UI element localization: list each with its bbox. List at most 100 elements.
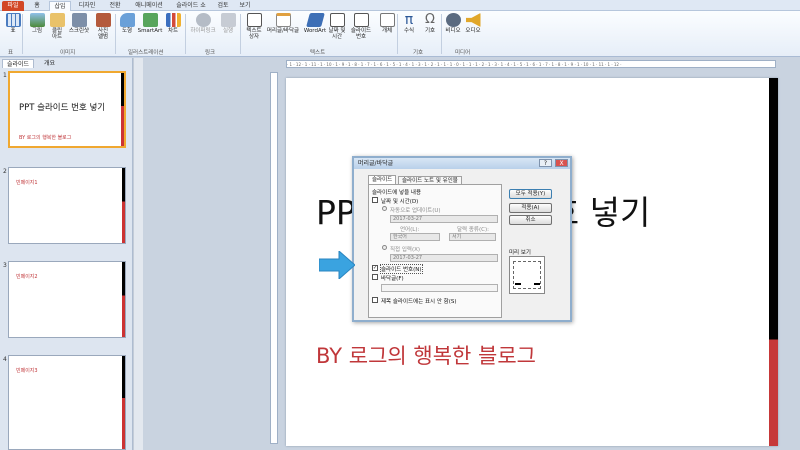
tab-slide[interactable]: 슬라이드 <box>368 175 397 184</box>
chart-icon <box>165 13 181 27</box>
pointer-arrow-icon <box>319 251 355 279</box>
footer-checkbox[interactable] <box>372 274 378 280</box>
auto-update-radio[interactable] <box>382 206 387 211</box>
tab-transitions[interactable]: 전환 <box>104 1 126 11</box>
group-label-media: 미디어 <box>455 50 471 56</box>
horizontal-ruler: · 1 · 12 · 1 · 11 · 1 · 10 · 1 · 9 · 1 ·… <box>286 60 776 68</box>
wordart-icon <box>305 13 325 27</box>
slide-thumbnail-3[interactable]: 빈페이지2 <box>8 261 126 338</box>
footer-input[interactable] <box>381 284 498 292</box>
header-footer-button[interactable]: 머리글/바닥글 <box>263 13 303 34</box>
section-label: 슬라이드에 넣을 내용 <box>372 190 422 196</box>
thumb-subtitle: 빈페이지1 <box>16 180 38 186</box>
speaker-icon <box>465 13 481 27</box>
dialog-titlebar: 머리글/바닥글 ? X <box>354 158 570 169</box>
group-label-links: 링크 <box>205 50 216 56</box>
group-label-illustrations: 일러스트레이션 <box>128 50 164 56</box>
ribbon-tab-bar: 파일 홈 삽입 디자인 전환 애니메이션 슬라이드 쇼 검토 보기 <box>0 0 800 11</box>
action-icon <box>220 13 236 27</box>
film-reel-icon <box>445 13 461 27</box>
pane-scrollbar[interactable] <box>133 58 143 450</box>
no-title-slide-label: 제목 슬라이드에는 표시 안 함(S) <box>381 299 457 305</box>
tab-notes-handouts[interactable]: 슬라이드 노트 및 유인물 <box>398 176 462 184</box>
slide-number-label: 슬라이드 번호(N) <box>380 264 423 274</box>
group-label-table: 표 <box>8 50 14 56</box>
tab-design[interactable]: 디자인 <box>75 1 99 11</box>
tab-animations[interactable]: 애니메이션 <box>130 1 168 11</box>
calendar-label: 달력 종류(C): <box>457 227 489 233</box>
table-icon <box>5 13 21 27</box>
footer-label: 바닥글(F) <box>381 276 404 282</box>
photo-album-icon <box>95 13 111 27</box>
smartart-icon <box>142 13 158 27</box>
shapes-icon <box>119 13 135 27</box>
preview-box <box>509 256 545 294</box>
slide-accent-bar <box>769 78 778 446</box>
apply-all-button[interactable]: 모두 적용(Y) <box>509 189 552 199</box>
tab-home[interactable]: 홈 <box>28 1 46 11</box>
language-label: 언어(L): <box>400 227 420 233</box>
thumb-subtitle: 빈페이지2 <box>16 274 38 280</box>
tab-insert[interactable]: 삽입 <box>49 1 71 11</box>
slide-thumbnail-4[interactable]: 빈페이지3 <box>8 355 126 450</box>
help-button[interactable]: ? <box>539 159 552 167</box>
fixed-date-input[interactable]: 2017-03-27 <box>390 254 498 262</box>
thumb-title: PPT 슬라이드 번호 넣기 <box>19 103 106 113</box>
tab-slides[interactable]: 슬라이드 <box>2 59 35 68</box>
tab-outline[interactable]: 개요 <box>40 59 59 68</box>
fixed-radio[interactable] <box>382 245 387 250</box>
clipart-icon <box>49 13 65 27</box>
tab-file[interactable]: 파일 <box>2 1 24 11</box>
header-footer-dialog: 머리글/바닥글 ? X 슬라이드 슬라이드 노트 및 유인물 슬라이드에 넣을 … <box>352 156 572 322</box>
thumb-subtitle: BY 로그의 행복한 블로그 <box>19 135 72 141</box>
photo-album-button[interactable]: 사진 앨범 <box>90 13 116 40</box>
calendar-select[interactable]: 서기 <box>449 233 496 241</box>
vertical-ruler <box>270 72 278 444</box>
slide-number-4: 4 <box>3 356 7 363</box>
thumb-subtitle: 빈페이지3 <box>16 368 38 374</box>
date-time-label: 날짜 및 시간(D) <box>381 199 419 205</box>
tab-review[interactable]: 검토 <box>214 1 232 11</box>
auto-date-select[interactable]: 2017-03-27 <box>390 215 498 223</box>
group-label-symbols: 기호 <box>413 50 424 56</box>
calendar-icon <box>329 13 345 27</box>
slide-number-icon <box>353 13 369 27</box>
close-button[interactable]: X <box>555 159 568 167</box>
tab-view[interactable]: 보기 <box>236 1 254 11</box>
slide-number-button[interactable]: 슬라이드 번호 <box>346 13 376 40</box>
dialog-body: 슬라이드에 넣을 내용 날짜 및 시간(D) 자동으로 업데이트(U) 2017… <box>368 184 502 318</box>
tab-slideshow[interactable]: 슬라이드 쇼 <box>172 1 210 11</box>
preview-label: 미리 보기 <box>509 250 531 256</box>
slide-number-1: 1 <box>3 72 7 79</box>
hyperlink-button[interactable]: 하이퍼링크 <box>190 13 216 34</box>
ribbon: 표 그림 클립 아트 스크린샷 사진 앨범 도형 SmartArt 차트 하이퍼… <box>0 11 800 57</box>
textbox-icon <box>246 13 262 27</box>
slide-subtitle[interactable]: BY 로그의 행복한 블로그 <box>316 340 536 370</box>
slide-number-2: 2 <box>3 168 7 175</box>
slide-thumbnail-2[interactable]: 빈페이지1 <box>8 167 126 244</box>
screenshot-icon <box>71 13 87 27</box>
slide-thumbnail-1[interactable]: PPT 슬라이드 번호 넣기 BY 로그의 행복한 블로그 <box>8 71 126 148</box>
screenshot-button[interactable]: 스크린샷 <box>66 13 92 34</box>
auto-update-label: 자동으로 업데이트(U) <box>390 208 441 214</box>
chart-button[interactable]: 차트 <box>160 13 186 34</box>
no-title-slide-checkbox[interactable] <box>372 297 378 303</box>
object-icon <box>379 13 395 27</box>
picture-icon <box>29 13 45 27</box>
omega-icon: Ω <box>425 12 435 27</box>
fixed-label: 직접 입력(X) <box>390 247 421 253</box>
globe-icon <box>195 13 211 27</box>
slide-number-checkbox[interactable]: ✓ <box>372 265 378 271</box>
action-button[interactable]: 실행 <box>215 13 241 34</box>
apply-button[interactable]: 적용(A) <box>509 203 552 213</box>
header-footer-icon <box>275 13 291 27</box>
dialog-title: 머리글/바닥글 <box>358 160 394 167</box>
audio-button[interactable]: 오디오 <box>460 13 486 34</box>
date-time-checkbox[interactable] <box>372 197 378 203</box>
cancel-button[interactable]: 취소 <box>509 215 552 225</box>
slide-number-3: 3 <box>3 262 7 269</box>
group-label-text: 텍스트 <box>310 50 326 56</box>
slides-pane: 슬라이드 개요 1 PPT 슬라이드 번호 넣기 BY 로그의 행복한 블로그 … <box>0 58 133 450</box>
language-select[interactable]: 한국어 <box>390 233 440 241</box>
group-label-images: 이미지 <box>60 50 76 56</box>
